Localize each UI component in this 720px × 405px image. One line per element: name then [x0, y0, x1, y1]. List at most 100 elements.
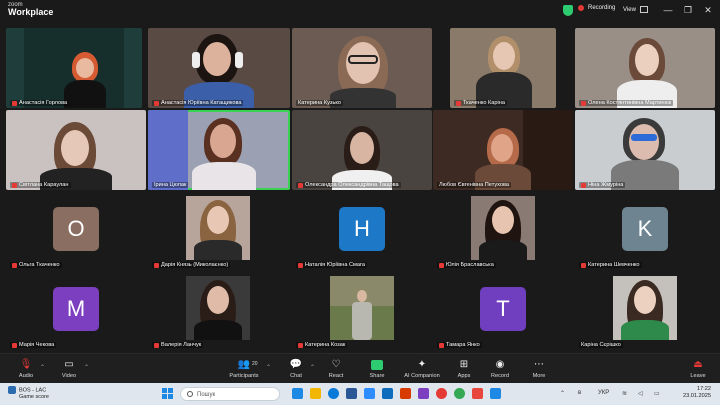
- windows-start-icon[interactable]: [162, 388, 173, 399]
- video-tile[interactable]: Світлана Караулан: [6, 110, 146, 190]
- game-score-icon: [8, 386, 16, 394]
- minimize-button[interactable]: —: [662, 4, 674, 16]
- close-button[interactable]: ✕: [702, 4, 714, 16]
- muted-mic-icon: [298, 182, 303, 188]
- video-tile[interactable]: Ткаченко Каріна: [450, 28, 556, 108]
- bluetooth-icon[interactable]: ʙ: [578, 390, 581, 396]
- participants-count: 20: [252, 361, 258, 367]
- muted-mic-icon: [12, 182, 17, 188]
- store-icon[interactable]: [346, 388, 357, 399]
- video-tile[interactable]: Олена Костянтинівна Мартинюк: [575, 28, 715, 108]
- apps-label: Apps: [457, 373, 471, 379]
- participant-name: Анастасія Горлова: [10, 100, 70, 106]
- clock-time: 17:22: [697, 386, 711, 392]
- avatar-tile[interactable]: T Тамара Янко: [433, 274, 573, 350]
- muted-mic-icon: [154, 342, 159, 348]
- view-button[interactable]: View: [623, 6, 648, 13]
- participant-name: Катерина Козак: [296, 342, 348, 348]
- office-icon[interactable]: [400, 388, 411, 399]
- avatar-tile[interactable]: O Ольга Ткаченко: [6, 194, 146, 270]
- language-indicator[interactable]: УКР: [598, 390, 609, 396]
- muted-mic-icon: [154, 262, 159, 268]
- chat-options-caret[interactable]: ⌃: [310, 364, 315, 371]
- video-label: Video: [61, 373, 77, 379]
- search-icon: [187, 391, 193, 397]
- participant-name: Любов Євгенівна Петухова: [437, 182, 512, 188]
- search-placeholder: Пошук: [197, 392, 216, 398]
- share-screen-icon: [371, 359, 383, 370]
- muted-mic-icon: [439, 262, 444, 268]
- ai-companion-button[interactable]: ✦ AI Companion: [402, 354, 442, 384]
- news-widget[interactable]: BOS - LAC Game score: [8, 386, 49, 401]
- edge-browser-icon[interactable]: [328, 388, 339, 399]
- chrome-browser-icon[interactable]: [454, 388, 465, 399]
- zoom-app-icon[interactable]: [364, 388, 375, 399]
- participant-name: Наталія Юріївна Смага: [296, 262, 368, 268]
- video-options-caret[interactable]: ⌃: [84, 364, 89, 371]
- wifi-icon[interactable]: ≋: [622, 390, 627, 397]
- video-tile-active-speaker[interactable]: Ірина Цюпак: [148, 110, 290, 190]
- battery-icon[interactable]: ▭: [654, 390, 660, 397]
- video-tile[interactable]: Дарія Князь (Миколаєнко): [148, 194, 288, 270]
- file-explorer-icon[interactable]: [310, 388, 321, 399]
- restore-button[interactable]: ❐: [682, 4, 694, 16]
- windows-taskbar: BOS - LAC Game score Пошук ⌃ ʙ УКР ≋ ◁ ▭…: [0, 383, 720, 405]
- audio-options-caret[interactable]: ⌃: [40, 364, 45, 371]
- avatar: K: [622, 207, 668, 251]
- participants-options-caret[interactable]: ⌃: [266, 364, 271, 371]
- video-tile[interactable]: Катерина Козак: [292, 274, 432, 350]
- system-clock[interactable]: 17:22 23.01.2025: [671, 386, 711, 401]
- widget-subtitle: Game score: [19, 394, 49, 401]
- participant-name: Марія Чекова: [10, 342, 57, 348]
- chat-bubble-icon: 💬: [289, 359, 303, 370]
- muted-mic-icon: [154, 100, 159, 106]
- participant-name: Світлана Караулан: [10, 182, 71, 188]
- video-tile[interactable]: Валерія Ланчук: [148, 274, 288, 350]
- more-button[interactable]: ⋯ More: [527, 354, 551, 384]
- recording-indicator[interactable]: Recording: [578, 5, 615, 11]
- mic-muted-icon: 🎙: [19, 359, 33, 370]
- participants-button[interactable]: 👥 Participants: [226, 354, 262, 384]
- video-tile[interactable]: Олександра Олександрівна Тащова: [292, 110, 432, 190]
- leave-label: Leave: [690, 373, 706, 379]
- share-button[interactable]: Share: [365, 354, 389, 384]
- participant-name: Ніна Жмуріна: [579, 182, 626, 188]
- task-view-icon[interactable]: [292, 388, 303, 399]
- audio-button[interactable]: 🎙 Audio: [14, 354, 38, 384]
- chat-label: Chat: [290, 373, 302, 379]
- taskbar-search[interactable]: Пошук: [180, 387, 280, 401]
- chat-button[interactable]: 💬 Chat: [284, 354, 308, 384]
- video-tile[interactable]: Анастасія Горлова: [6, 28, 142, 108]
- participant-name: Юлія Браславська: [437, 262, 496, 268]
- record-button[interactable]: ◉ Record: [488, 354, 512, 384]
- video-tile[interactable]: Каріна Сєрішко: [575, 274, 715, 350]
- video-tile[interactable]: Юлія Браславська: [433, 194, 573, 270]
- video-tile[interactable]: Любов Євгенівна Петухова: [433, 110, 573, 190]
- encryption-shield-icon[interactable]: [563, 5, 573, 16]
- video-camera-icon: ▭: [64, 359, 74, 370]
- avatar: H: [339, 207, 385, 251]
- avatar-tile[interactable]: H Наталія Юріївна Смага: [292, 194, 432, 270]
- recording-label: Recording: [588, 5, 616, 11]
- pinned-app-icon[interactable]: [472, 388, 483, 399]
- avatar-tile[interactable]: M Марія Чекова: [6, 274, 146, 350]
- apps-button[interactable]: ⊞ Apps: [452, 354, 476, 384]
- video-tile[interactable]: Катерина Кузько: [292, 28, 432, 108]
- muted-mic-icon: [12, 262, 17, 268]
- participant-name: Катерина Шевченко: [579, 262, 642, 268]
- muted-mic-icon: [298, 262, 303, 268]
- video-tile[interactable]: Анастасія Юріївна Катащикова: [148, 28, 290, 108]
- tray-overflow-icon[interactable]: ⌃: [560, 390, 565, 397]
- volume-icon[interactable]: ◁: [638, 390, 643, 397]
- video-tile[interactable]: Ніна Жмуріна: [575, 110, 715, 190]
- outlook-icon[interactable]: [382, 388, 393, 399]
- participant-name: Дарія Князь (Миколаєнко): [152, 262, 231, 268]
- zoom-window: zoom Workplace Recording View — ❐ ✕ Анас…: [0, 0, 720, 405]
- teams-icon[interactable]: [418, 388, 429, 399]
- leave-button[interactable]: ⏏ Leave: [686, 354, 710, 384]
- avatar-tile[interactable]: K Катерина Шевченко: [575, 194, 715, 270]
- react-button[interactable]: ♡ React: [324, 354, 348, 384]
- opera-browser-icon[interactable]: [436, 388, 447, 399]
- pinned-app-icon[interactable]: [490, 388, 501, 399]
- video-button[interactable]: ▭ Video: [56, 354, 82, 384]
